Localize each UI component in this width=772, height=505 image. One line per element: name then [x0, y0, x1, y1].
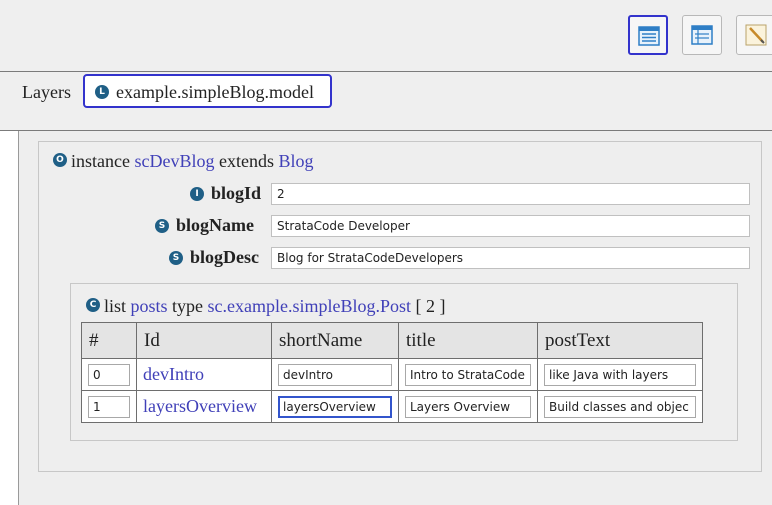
- title-input[interactable]: Layers Overview: [405, 395, 531, 418]
- row-index-input[interactable]: 0: [88, 363, 130, 386]
- table-cell: Build classes and objec: [537, 390, 703, 423]
- extends-keyword: extends: [218, 151, 274, 171]
- parent-type-link[interactable]: Blog: [278, 151, 313, 171]
- row-id-link[interactable]: devIntro: [143, 364, 204, 384]
- table-cell: devIntro: [136, 358, 272, 391]
- table-cell: Layers Overview: [398, 390, 538, 423]
- field-label-blogName: blogName: [176, 215, 254, 235]
- shortName-input[interactable]: devIntro: [278, 363, 392, 386]
- table-cell: layersOverview: [136, 390, 272, 423]
- layer-selector[interactable]: L example.simpleBlog.model: [83, 74, 332, 108]
- form-view-button[interactable]: [628, 15, 668, 55]
- field-input-blogName[interactable]: StrataCode Developer: [271, 215, 750, 237]
- table-cell: Intro to StrataCode: [398, 358, 538, 391]
- column-header-postText[interactable]: postText: [537, 322, 703, 359]
- code-view-button[interactable]: [736, 15, 772, 55]
- table-cell: like Java with layers: [537, 358, 703, 391]
- field-label-blogId: blogId: [211, 183, 262, 203]
- title-input[interactable]: Intro to StrataCode: [405, 363, 531, 386]
- table-cell: 0: [81, 358, 137, 391]
- table-view-button[interactable]: [682, 15, 722, 55]
- column-header-title[interactable]: title: [398, 322, 538, 359]
- list-count: [ 2 ]: [415, 296, 446, 316]
- form-view-icon: [638, 26, 660, 46]
- row-id-link[interactable]: layersOverview: [143, 396, 257, 416]
- list-name-link[interactable]: posts: [131, 296, 168, 316]
- class-icon: C: [86, 298, 100, 312]
- column-header-index[interactable]: #: [81, 322, 137, 359]
- list-keyword: list: [104, 296, 127, 316]
- type-keyword: type: [172, 296, 204, 316]
- table-view-icon: [691, 25, 713, 45]
- table-cell: 1: [81, 390, 137, 423]
- table-row: 1 layersOverview layersOverview Layers O…: [81, 390, 703, 423]
- field-input-blogDesc[interactable]: Blog for StrataCodeDevelopers: [271, 247, 750, 269]
- table-row: 0 devIntro devIntro Intro to StrataCode …: [81, 358, 703, 391]
- list-header: list posts type sc.example.simpleBlog.Po…: [104, 296, 446, 317]
- table-header-row: # Id shortName title postText: [81, 322, 703, 359]
- list-type-link[interactable]: sc.example.simpleBlog.Post: [208, 296, 411, 316]
- field-label-blogDesc: blogDesc: [190, 247, 259, 267]
- table-cell: devIntro: [271, 358, 399, 391]
- object-icon: O: [53, 153, 67, 167]
- shortName-input[interactable]: layersOverview: [278, 395, 392, 418]
- instance-header: instance scDevBlog extends Blog: [71, 151, 313, 172]
- string-field-icon: S: [169, 251, 183, 265]
- instance-keyword: instance: [71, 151, 130, 171]
- row-index-input[interactable]: 1: [88, 395, 130, 418]
- layers-label: Layers: [22, 82, 71, 102]
- column-header-shortName[interactable]: shortName: [271, 322, 399, 359]
- field-input-blogId[interactable]: 2: [271, 183, 750, 205]
- string-field-icon: S: [155, 219, 169, 233]
- postText-input[interactable]: like Java with layers: [544, 363, 696, 386]
- selected-layer-name: example.simpleBlog.model: [116, 82, 314, 102]
- instance-name-link[interactable]: scDevBlog: [134, 151, 214, 171]
- postText-input[interactable]: Build classes and objec: [544, 395, 696, 418]
- posts-table: # Id shortName title postText 0 devIntro…: [81, 322, 703, 423]
- toolbar: [0, 0, 772, 71]
- pencil-edit-icon: [745, 24, 767, 46]
- layer-icon: L: [95, 85, 109, 99]
- column-header-id[interactable]: Id: [136, 322, 272, 359]
- table-cell: layersOverview: [271, 390, 399, 423]
- int-field-icon: I: [190, 187, 204, 201]
